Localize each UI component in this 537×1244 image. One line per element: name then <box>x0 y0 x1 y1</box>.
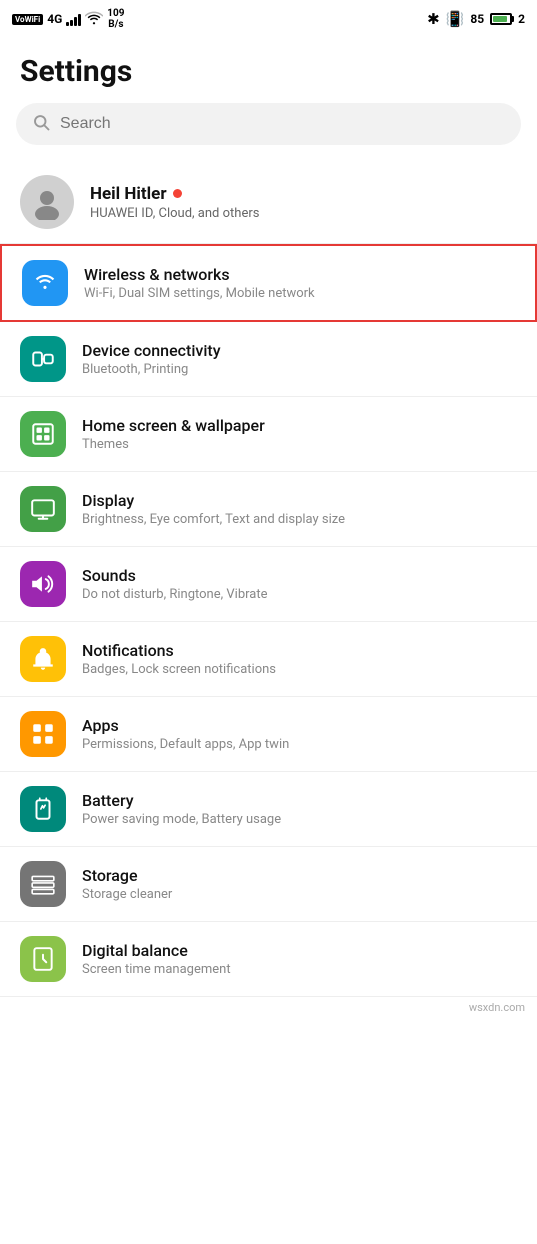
storage-title: Storage <box>82 866 172 885</box>
storage-sub: Storage cleaner <box>82 887 172 902</box>
home-screen-text: Home screen & wallpaper Themes <box>82 416 265 452</box>
apps-title: Apps <box>82 716 289 735</box>
device-connectivity-icon-box <box>20 336 66 382</box>
home-screen-icon-box <box>20 411 66 457</box>
settings-item-storage[interactable]: Storage Storage cleaner <box>0 847 537 922</box>
signal-4g: 4G <box>47 12 62 26</box>
wireless-title: Wireless & networks <box>84 265 315 284</box>
display-title: Display <box>82 491 345 510</box>
storage-icon-box <box>20 861 66 907</box>
status-left: VoWiFi 4G 109B/s <box>12 8 124 30</box>
network-speed: 109B/s <box>107 8 124 30</box>
storage-text: Storage Storage cleaner <box>82 866 172 902</box>
battery-percent: 85 <box>470 12 484 26</box>
status-right: ✱ 📳 85 2 <box>427 10 525 28</box>
vibrate-icon: 📳 <box>446 10 465 28</box>
settings-item-home-screen[interactable]: Home screen & wallpaper Themes <box>0 397 537 472</box>
home-screen-title: Home screen & wallpaper <box>82 416 265 435</box>
search-input[interactable] <box>60 115 505 133</box>
sounds-sub: Do not disturb, Ringtone, Vibrate <box>82 587 268 602</box>
display-icon-box <box>20 486 66 532</box>
wovifi-badge: VoWiFi <box>12 14 43 25</box>
battery-text: Battery Power saving mode, Battery usage <box>82 791 281 827</box>
wireless-text: Wireless & networks Wi-Fi, Dual SIM sett… <box>84 265 315 301</box>
sounds-icon-box <box>20 561 66 607</box>
settings-item-apps[interactable]: Apps Permissions, Default apps, App twin <box>0 697 537 772</box>
battery-icon <box>490 13 512 25</box>
settings-item-sounds[interactable]: Sounds Do not disturb, Ringtone, Vibrate <box>0 547 537 622</box>
avatar <box>20 175 74 229</box>
search-icon <box>32 113 50 135</box>
battery-title: Battery <box>82 791 281 810</box>
digital-balance-icon-box <box>20 936 66 982</box>
account-sub: HUAWEI ID, Cloud, and others <box>90 206 259 221</box>
display-sub: Brightness, Eye comfort, Text and displa… <box>82 512 345 527</box>
settings-item-display[interactable]: Display Brightness, Eye comfort, Text an… <box>0 472 537 547</box>
search-bar[interactable] <box>16 103 521 145</box>
watermark: wsxdn.com <box>0 997 537 1018</box>
sounds-text: Sounds Do not disturb, Ringtone, Vibrate <box>82 566 268 602</box>
display-text: Display Brightness, Eye comfort, Text an… <box>82 491 345 527</box>
account-info: Heil Hitler HUAWEI ID, Cloud, and others <box>90 184 259 221</box>
digital-balance-title: Digital balance <box>82 941 231 960</box>
status-bar: VoWiFi 4G 109B/s ✱ 📳 85 2 <box>0 0 537 36</box>
notifications-sub: Badges, Lock screen notifications <box>82 662 276 677</box>
notifications-icon-box <box>20 636 66 682</box>
device-connectivity-title: Device connectivity <box>82 341 221 360</box>
settings-item-battery[interactable]: Battery Power saving mode, Battery usage <box>0 772 537 847</box>
settings-item-notifications[interactable]: Notifications Badges, Lock screen notifi… <box>0 622 537 697</box>
time: 2 <box>518 12 525 26</box>
account-row[interactable]: Heil Hitler HUAWEI ID, Cloud, and others <box>0 161 537 244</box>
digital-balance-text: Digital balance Screen time management <box>82 941 231 977</box>
account-dot <box>173 189 182 198</box>
digital-balance-sub: Screen time management <box>82 962 231 977</box>
notifications-title: Notifications <box>82 641 276 660</box>
apps-icon-box <box>20 711 66 757</box>
bluetooth-icon: ✱ <box>427 10 440 28</box>
wireless-icon-box <box>22 260 68 306</box>
settings-item-wireless[interactable]: Wireless & networks Wi-Fi, Dual SIM sett… <box>0 244 537 322</box>
wifi-icon <box>85 11 103 28</box>
signal-bars <box>66 12 81 26</box>
notifications-text: Notifications Badges, Lock screen notifi… <box>82 641 276 677</box>
home-screen-sub: Themes <box>82 437 265 452</box>
device-connectivity-text: Device connectivity Bluetooth, Printing <box>82 341 221 377</box>
settings-list: Wireless & networks Wi-Fi, Dual SIM sett… <box>0 244 537 997</box>
battery-sub: Power saving mode, Battery usage <box>82 812 281 827</box>
account-name: Heil Hitler <box>90 184 259 204</box>
settings-item-device-connectivity[interactable]: Device connectivity Bluetooth, Printing <box>0 322 537 397</box>
apps-text: Apps Permissions, Default apps, App twin <box>82 716 289 752</box>
battery-icon-box <box>20 786 66 832</box>
settings-item-digital-balance[interactable]: Digital balance Screen time management <box>0 922 537 997</box>
sounds-title: Sounds <box>82 566 268 585</box>
page-title: Settings <box>0 36 537 103</box>
device-connectivity-sub: Bluetooth, Printing <box>82 362 221 377</box>
apps-sub: Permissions, Default apps, App twin <box>82 737 289 752</box>
wireless-sub: Wi-Fi, Dual SIM settings, Mobile network <box>84 286 315 301</box>
